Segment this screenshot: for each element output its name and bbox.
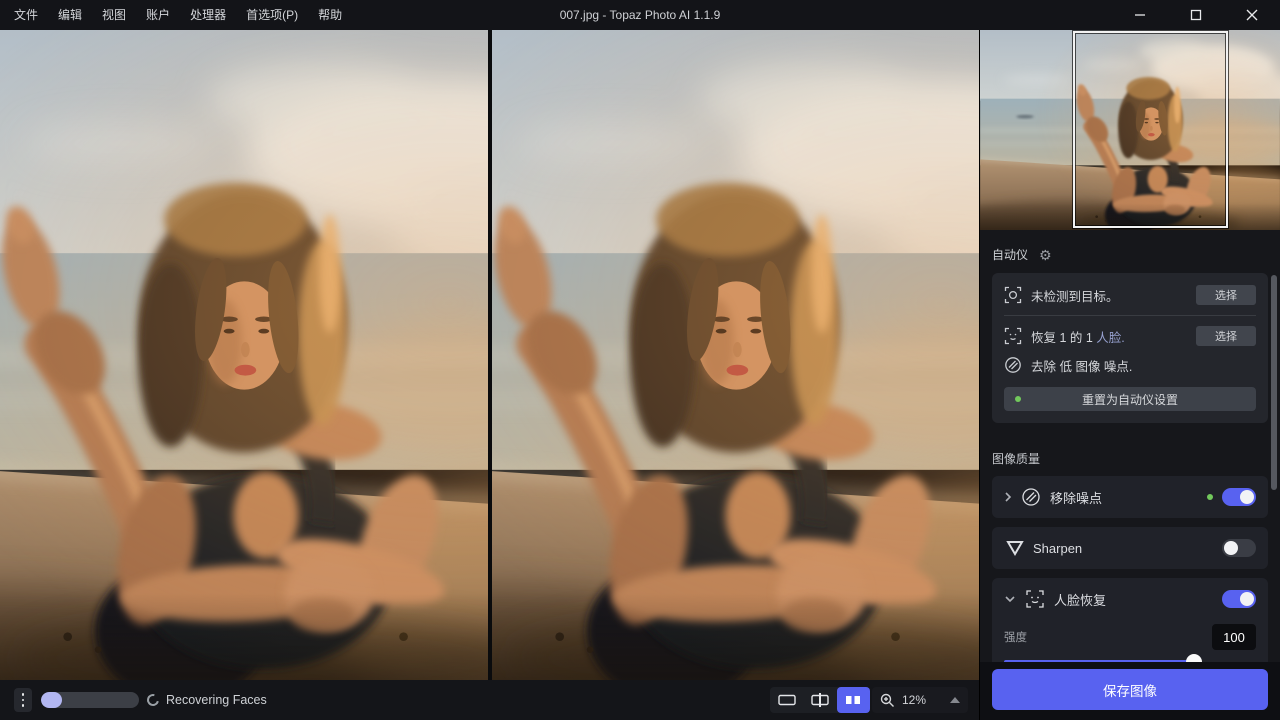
image-quality-title: 图像质量 bbox=[992, 450, 1268, 467]
minimize-button[interactable] bbox=[1112, 0, 1168, 30]
maximize-icon bbox=[1190, 9, 1202, 21]
reset-autopilot-button[interactable]: 重置为自动仪设置 bbox=[1004, 387, 1256, 411]
kebab-menu-button[interactable] bbox=[14, 688, 32, 712]
face-recovery-header[interactable]: 人脸恢复 bbox=[992, 578, 1268, 620]
spinner-icon bbox=[145, 692, 161, 708]
remove-noise-panel: 移除噪点 bbox=[992, 476, 1268, 518]
remove-noise-label: 移除噪点 bbox=[1050, 488, 1102, 507]
sharpen-toggle[interactable] bbox=[1222, 539, 1256, 557]
autopilot-title: 自动仪 bbox=[992, 246, 1028, 263]
zoom-level: 12% bbox=[902, 693, 926, 707]
side-by-side-view-icon bbox=[845, 694, 861, 706]
zoom-caret-icon[interactable] bbox=[950, 697, 960, 703]
split-view-icon bbox=[811, 692, 829, 708]
close-icon bbox=[1246, 9, 1258, 21]
chevron-down-icon bbox=[1004, 595, 1016, 603]
noise-status-text: 去除 低 图像 噪点. bbox=[1031, 356, 1132, 375]
status-bar: Recovering Faces bbox=[0, 680, 979, 720]
sharpen-header[interactable]: Sharpen bbox=[992, 527, 1268, 569]
face-recovery-label: 人脸恢复 bbox=[1054, 590, 1106, 609]
kebab-icon bbox=[22, 693, 25, 696]
strength-value[interactable]: 100 bbox=[1212, 624, 1256, 650]
face-recovery-icon bbox=[1025, 589, 1045, 609]
minimize-icon bbox=[1134, 9, 1146, 21]
sharpen-icon bbox=[1006, 539, 1024, 557]
sidebar: 自动仪 ⚙ 未检测到目标。 选择 bbox=[980, 30, 1280, 720]
green-dot-icon bbox=[1015, 396, 1021, 402]
card-divider bbox=[1004, 315, 1256, 316]
view-side-by-side-button[interactable] bbox=[837, 687, 870, 713]
chevron-right-icon bbox=[1004, 491, 1012, 503]
remove-noise-header[interactable]: 移除噪点 bbox=[992, 476, 1268, 518]
remove-noise-icon bbox=[1021, 487, 1041, 507]
remove-noise-toggle[interactable] bbox=[1222, 488, 1256, 506]
photo-after-panel[interactable] bbox=[492, 30, 980, 680]
autopilot-card: 未检测到目标。 选择 恢复 1 的 1 人脸. 选择 bbox=[992, 273, 1268, 423]
face-select-button[interactable]: 选择 bbox=[1196, 326, 1256, 346]
comparison-canvas bbox=[0, 30, 979, 680]
photo-before-panel[interactable] bbox=[0, 30, 488, 680]
menu-file[interactable]: 文件 bbox=[4, 0, 48, 30]
noise-icon bbox=[1004, 356, 1022, 374]
maximize-button[interactable] bbox=[1168, 0, 1224, 30]
progress-fill bbox=[41, 692, 62, 708]
auto-enabled-dot bbox=[1207, 494, 1213, 500]
menu-help[interactable]: 帮助 bbox=[308, 0, 352, 30]
view-mode-group bbox=[770, 687, 870, 713]
menu-bar: 文件 编辑 视图 账户 处理器 首选项(P) 帮助 bbox=[0, 0, 352, 30]
autopilot-subject-row: 未检测到目标。 选择 bbox=[1004, 285, 1256, 305]
app-window: 文件 编辑 视图 账户 处理器 首选项(P) 帮助 007.jpg - Topa… bbox=[0, 0, 1280, 720]
progress-bar bbox=[41, 692, 139, 708]
autopilot-noise-row: 去除 低 图像 噪点. bbox=[1004, 355, 1256, 375]
single-view-icon bbox=[778, 693, 796, 707]
face-count-link[interactable]: 人脸. bbox=[1096, 331, 1124, 345]
sharpen-panel: Sharpen bbox=[992, 527, 1268, 569]
gear-icon[interactable]: ⚙ bbox=[1039, 248, 1052, 262]
face-status-text: 恢复 1 的 1 人脸. bbox=[1031, 327, 1125, 346]
menu-view[interactable]: 视图 bbox=[92, 0, 136, 30]
window-controls bbox=[1112, 0, 1280, 30]
photo-before-image bbox=[0, 30, 488, 680]
view-single-button[interactable] bbox=[770, 687, 803, 713]
menu-account[interactable]: 账户 bbox=[136, 0, 180, 30]
save-area: 保存图像 bbox=[980, 662, 1280, 720]
face-recovery-toggle[interactable] bbox=[1222, 590, 1256, 608]
sidebar-scrollbar[interactable] bbox=[1271, 275, 1277, 490]
zoom-control[interactable]: 12% bbox=[872, 687, 968, 713]
view-split-button[interactable] bbox=[803, 687, 836, 713]
menu-preferences[interactable]: 首选项(P) bbox=[236, 0, 308, 30]
navigator-thumbnail[interactable] bbox=[980, 30, 1280, 230]
status-text: Recovering Faces bbox=[166, 693, 267, 707]
autopilot-face-row: 恢复 1 的 1 人脸. 选择 bbox=[1004, 326, 1256, 346]
navigator-viewport-rect[interactable] bbox=[1073, 31, 1228, 228]
menu-processor[interactable]: 处理器 bbox=[180, 0, 236, 30]
title-bar: 文件 编辑 视图 账户 处理器 首选项(P) 帮助 007.jpg - Topa… bbox=[0, 0, 1280, 30]
save-image-button[interactable]: 保存图像 bbox=[992, 669, 1268, 710]
face-detect-icon bbox=[1004, 327, 1022, 345]
subject-target-icon bbox=[1004, 286, 1022, 304]
zoom-magnifier-icon bbox=[880, 693, 895, 708]
photo-after-image bbox=[492, 30, 980, 680]
sharpen-label: Sharpen bbox=[1033, 541, 1082, 556]
strength-label: 强度 bbox=[1004, 629, 1027, 645]
subject-status-text: 未检测到目标。 bbox=[1031, 286, 1119, 305]
close-button[interactable] bbox=[1224, 0, 1280, 30]
menu-edit[interactable]: 编辑 bbox=[48, 0, 92, 30]
subject-select-button[interactable]: 选择 bbox=[1196, 285, 1256, 305]
